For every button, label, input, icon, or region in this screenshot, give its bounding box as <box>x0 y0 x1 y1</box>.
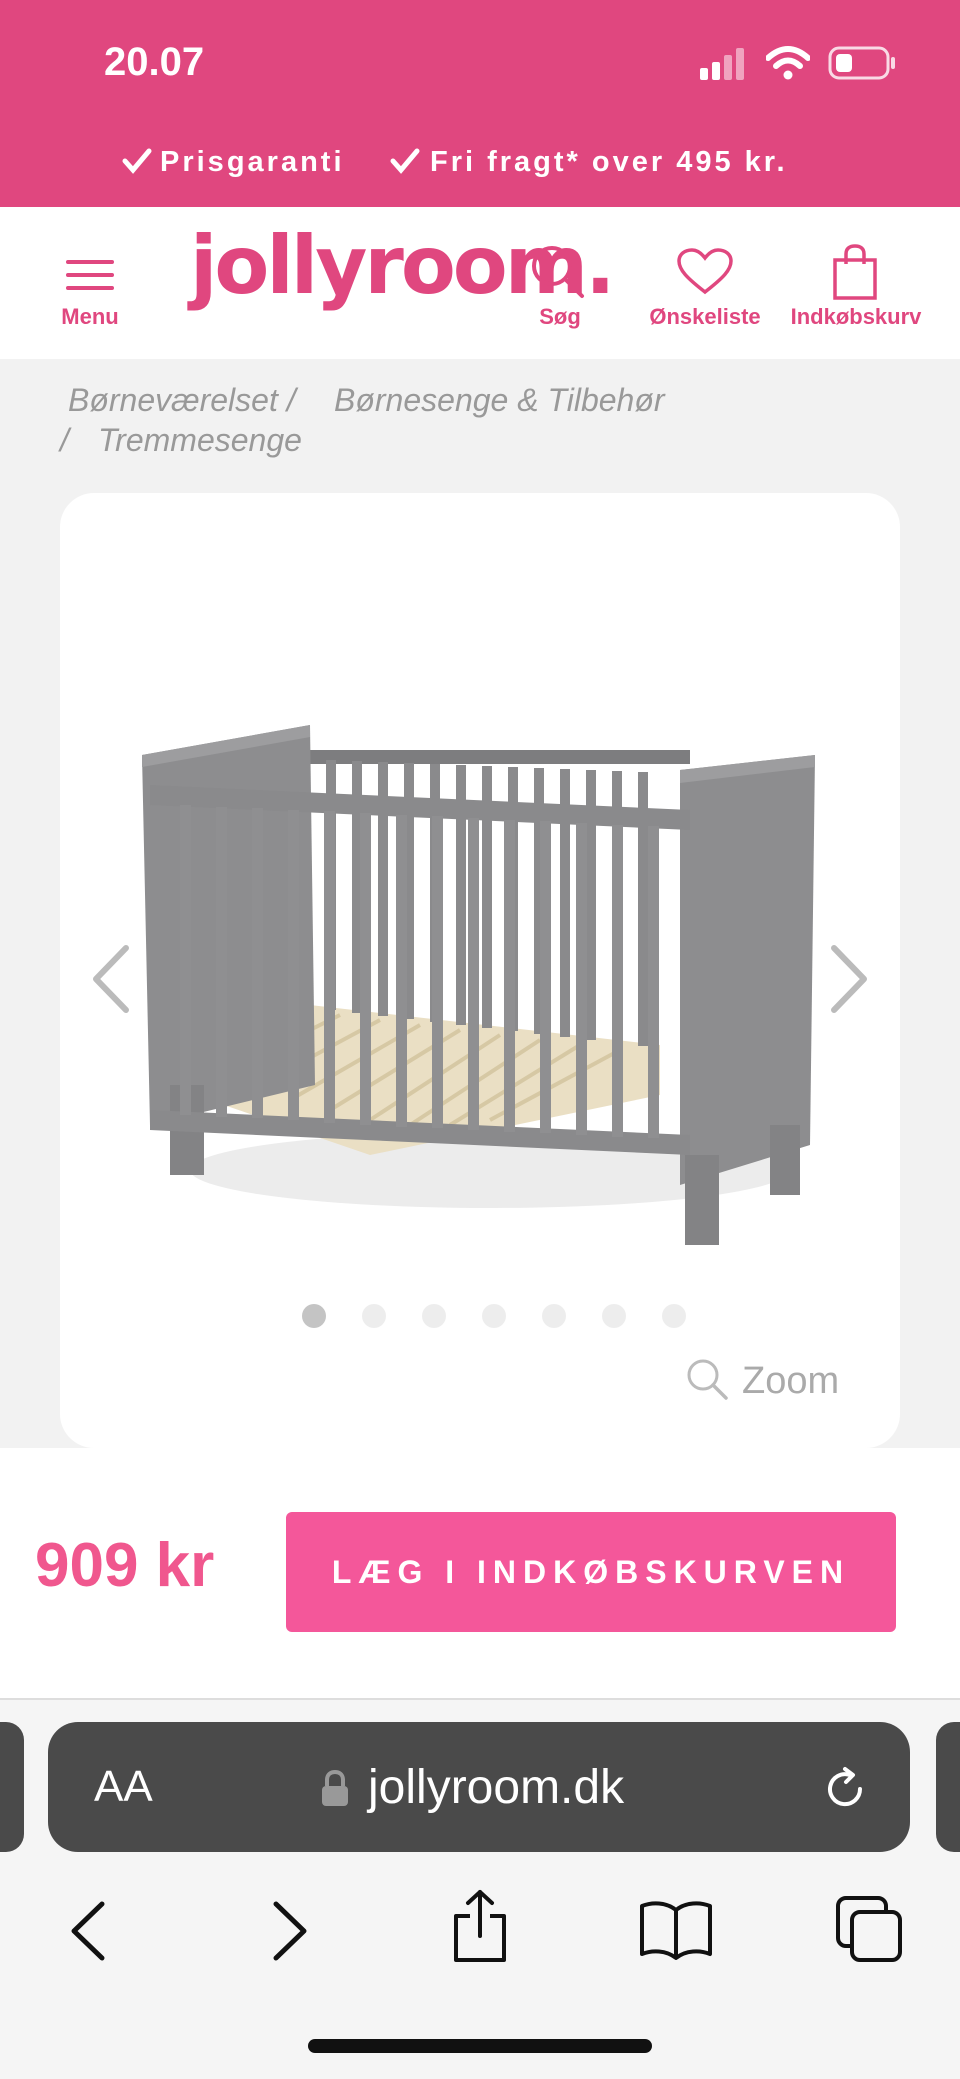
cart-button[interactable]: Indkøbskurv <box>784 244 928 334</box>
search-button[interactable]: Søg <box>522 244 598 334</box>
chevron-right-icon[interactable] <box>824 944 872 1014</box>
carousel-dot[interactable] <box>662 1304 686 1328</box>
hamburger-icon <box>66 260 114 290</box>
status-time: 20.07 <box>104 40 205 84</box>
zoom-magnifier-icon <box>687 1359 728 1400</box>
zoom-button[interactable]: Zoom <box>686 1356 846 1406</box>
carousel-dot-active[interactable] <box>302 1304 326 1328</box>
carousel-dot[interactable] <box>482 1304 506 1328</box>
wishlist-label: Ønskeliste <box>649 304 761 329</box>
menu-button[interactable]: Menu <box>50 254 130 334</box>
forward-icon[interactable] <box>268 1900 312 1962</box>
breadcrumb-level2[interactable]: Børnesenge & Tilbehør <box>334 382 665 419</box>
wishlist-button[interactable]: Ønskeliste <box>640 244 770 334</box>
next-tab-edge[interactable] <box>936 1722 960 1852</box>
product-image-crib[interactable] <box>130 715 830 1245</box>
url-text[interactable]: jollyroom.dk <box>368 1760 624 1815</box>
cellular-signal-icon <box>700 48 744 80</box>
carousel-dot[interactable] <box>422 1304 446 1328</box>
previous-tab-edge[interactable] <box>0 1722 24 1852</box>
zoom-label: Zoom <box>742 1360 840 1402</box>
promo-free-shipping: Fri fragt* over 495 kr. <box>430 146 788 178</box>
breadcrumb-level3[interactable]: Tremmesenge <box>98 422 302 459</box>
back-icon[interactable] <box>66 1900 110 1962</box>
carousel-dot[interactable] <box>542 1304 566 1328</box>
product-price: 909 kr <box>35 1531 215 1600</box>
checkmark-icon <box>122 148 152 174</box>
reload-icon[interactable] <box>820 1764 870 1814</box>
promo-price-guarantee: Prisgaranti <box>160 146 345 178</box>
search-icon <box>532 246 584 298</box>
breadcrumb-separator: / <box>60 422 69 458</box>
search-label: Søg <box>539 304 581 329</box>
heart-icon <box>677 248 733 295</box>
chevron-left-icon[interactable] <box>88 944 136 1014</box>
lock-icon <box>322 1770 348 1806</box>
battery-icon <box>828 46 895 80</box>
cart-label: Indkøbskurv <box>790 304 922 329</box>
bookmarks-icon[interactable] <box>638 1900 714 1960</box>
carousel-dot[interactable] <box>362 1304 386 1328</box>
wifi-icon <box>766 46 810 80</box>
share-icon[interactable] <box>450 1888 510 1964</box>
checkmark-icon <box>390 148 420 174</box>
tabs-icon[interactable] <box>834 1894 904 1964</box>
shopping-bag-icon <box>833 244 877 300</box>
add-to-cart-button[interactable]: LÆG I INDKØBSKURVEN <box>286 1512 896 1632</box>
breadcrumb-level1[interactable]: Børneværelset / <box>68 382 296 419</box>
carousel-dot[interactable] <box>602 1304 626 1328</box>
home-indicator[interactable] <box>308 2039 652 2053</box>
menu-label: Menu <box>61 304 119 329</box>
text-size-button[interactable]: AA <box>94 1762 153 1812</box>
